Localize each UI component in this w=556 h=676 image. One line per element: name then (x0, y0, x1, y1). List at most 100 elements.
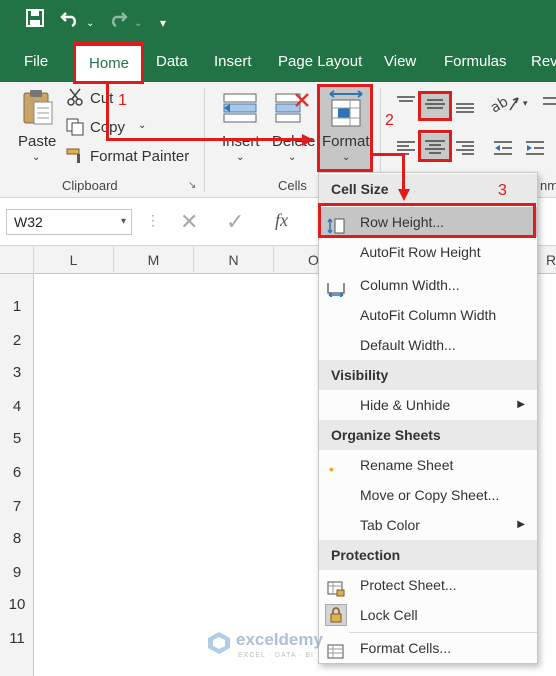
menu-item-tab-color[interactable]: Tab Color ▶ (319, 510, 537, 540)
menu-item-lock-cell[interactable]: Lock Cell (319, 600, 537, 630)
annotation-arrow-line (106, 84, 109, 140)
column-header[interactable]: M (114, 246, 194, 274)
exceldemy-watermark: exceldemy EXCEL · DATA · BI (206, 628, 356, 664)
enter-icon[interactable]: ✓ (226, 209, 244, 235)
annotation-middle-align-box (418, 91, 452, 121)
clipboard-group-label: Clipboard (62, 178, 118, 193)
insert-dropdown-icon[interactable]: ⌄ (236, 152, 244, 163)
save-icon[interactable] (26, 9, 44, 33)
menu-item-label: Lock Cell (360, 607, 418, 623)
menu-item-autofit-column-width[interactable]: AutoFit Column Width (319, 300, 537, 330)
menu-item-column-width[interactable]: Column Width... (319, 270, 537, 300)
menu-item-default-width[interactable]: Default Width... (319, 330, 537, 360)
lock-cell-icon (325, 604, 347, 626)
menu-item-label: Column Width... (360, 277, 460, 293)
row-header[interactable]: 11 (0, 630, 34, 647)
insert-function-button[interactable]: fx (275, 210, 288, 231)
menu-item-label: AutoFit Row Height (360, 244, 481, 260)
increase-indent-icon[interactable] (524, 140, 546, 159)
tab-file[interactable]: File (24, 42, 48, 82)
row-header[interactable]: 2 (0, 332, 34, 349)
tab-data[interactable]: Data (156, 42, 188, 82)
row-header[interactable]: 3 (0, 364, 34, 381)
submenu-arrow-icon: ▶ (517, 399, 525, 410)
align-left-icon[interactable] (395, 140, 417, 159)
align-right-icon[interactable] (454, 140, 476, 159)
menu-item-hide-unhide[interactable]: Hide & Unhide ▶ (319, 390, 537, 420)
annotation-step-1: 1 (118, 92, 127, 109)
copy-dropdown-icon[interactable]: ⌄ (138, 120, 146, 131)
format-painter-button[interactable]: Format Painter (90, 148, 189, 165)
name-box[interactable]: W32 ▾ (6, 209, 132, 235)
name-box-dropdown-icon[interactable]: ▾ (121, 210, 126, 234)
undo-icon[interactable] (60, 9, 80, 33)
name-box-value: W32 (14, 214, 43, 230)
row-header[interactable]: 6 (0, 464, 34, 481)
insert-button[interactable]: Insert (222, 133, 260, 150)
menu-item-label: Move or Copy Sheet... (360, 487, 500, 503)
select-all-corner[interactable] (0, 246, 34, 274)
tab-formulas[interactable]: Formulas (444, 42, 507, 82)
orientation-icon[interactable]: ab (488, 94, 520, 117)
decrease-indent-icon[interactable] (492, 140, 514, 159)
exceldemy-logo-icon (208, 632, 230, 654)
cancel-icon[interactable]: ✕ (180, 209, 198, 235)
menu-item-rename-sheet[interactable]: • Rename Sheet (319, 450, 537, 480)
wrap-text-icon[interactable] (541, 94, 556, 117)
column-header[interactable]: N (194, 246, 274, 274)
paste-icon[interactable] (20, 88, 56, 131)
tab-view[interactable]: View (384, 42, 416, 82)
menu-item-label: Tab Color (360, 517, 420, 533)
menu-section-visibility: Visibility (319, 360, 537, 390)
menu-item-label: Protect Sheet... (360, 577, 457, 593)
row-header[interactable]: 4 (0, 398, 34, 415)
annotation-arrow-line (373, 153, 405, 156)
watermark-tagline: EXCEL · DATA · BI (238, 652, 314, 659)
column-header[interactable]: R (536, 246, 556, 274)
column-width-icon (327, 277, 345, 298)
menu-item-move-copy-sheet[interactable]: Move or Copy Sheet... (319, 480, 537, 510)
row-header[interactable]: 9 (0, 564, 34, 581)
paste-dropdown-icon[interactable]: ⌄ (32, 152, 40, 163)
cut-button[interactable]: Cut (90, 90, 113, 107)
menu-section-protection: Protection (319, 540, 537, 570)
menu-item-label: Format Cells... (360, 640, 452, 656)
menu-item-protect-sheet[interactable]: Protect Sheet... (319, 570, 537, 600)
menu-item-autofit-row-height[interactable]: AutoFit Row Height (319, 237, 537, 267)
undo-dropdown-icon[interactable]: ⌄ (86, 13, 94, 35)
row-header[interactable]: 7 (0, 498, 34, 515)
row-header[interactable]: 10 (0, 596, 34, 613)
row-header[interactable]: 5 (0, 430, 34, 447)
customize-icon[interactable]: ▾ (160, 12, 166, 34)
row-header[interactable]: 1 (0, 298, 34, 315)
orientation-dropdown-icon[interactable]: ▾ (523, 98, 528, 109)
menu-item-label: Default Width... (360, 337, 456, 353)
annotation-format-box (317, 84, 373, 172)
tab-page-layout[interactable]: Page Layout (278, 42, 362, 82)
protect-sheet-icon (327, 577, 345, 597)
dialog-launcher-icon[interactable]: ↘ (188, 180, 196, 191)
tab-review[interactable]: Rev (531, 42, 556, 82)
insert-cells-icon (222, 90, 258, 129)
row-headers: 1 2 3 4 5 6 7 8 9 10 11 (0, 274, 34, 676)
menu-item-label: Rename Sheet (360, 457, 454, 473)
copy-icon (66, 118, 84, 139)
bullet-icon: • (329, 461, 334, 477)
row-header[interactable]: 8 (0, 530, 34, 547)
annotation-center-align-box (418, 130, 452, 162)
top-align-icon[interactable] (395, 96, 417, 113)
watermark-brand: exceldemy (236, 630, 323, 649)
resize-dots-icon[interactable]: ⋮ (146, 212, 160, 229)
annotation-step-3: 3 (498, 182, 507, 199)
alignment-group-label: nm (540, 178, 556, 193)
redo-icon[interactable] (108, 9, 128, 33)
tab-insert[interactable]: Insert (214, 42, 252, 82)
delete-dropdown-icon[interactable]: ⌄ (288, 152, 296, 163)
bottom-align-icon[interactable] (454, 98, 476, 117)
annotation-row-height-box (318, 203, 536, 238)
submenu-arrow-icon: ▶ (517, 519, 525, 530)
paste-button[interactable]: Paste (18, 133, 56, 150)
redo-dropdown-icon[interactable]: ⌄ (134, 13, 142, 35)
menu-item-label: AutoFit Column Width (360, 307, 497, 323)
column-header[interactable]: L (34, 246, 114, 274)
